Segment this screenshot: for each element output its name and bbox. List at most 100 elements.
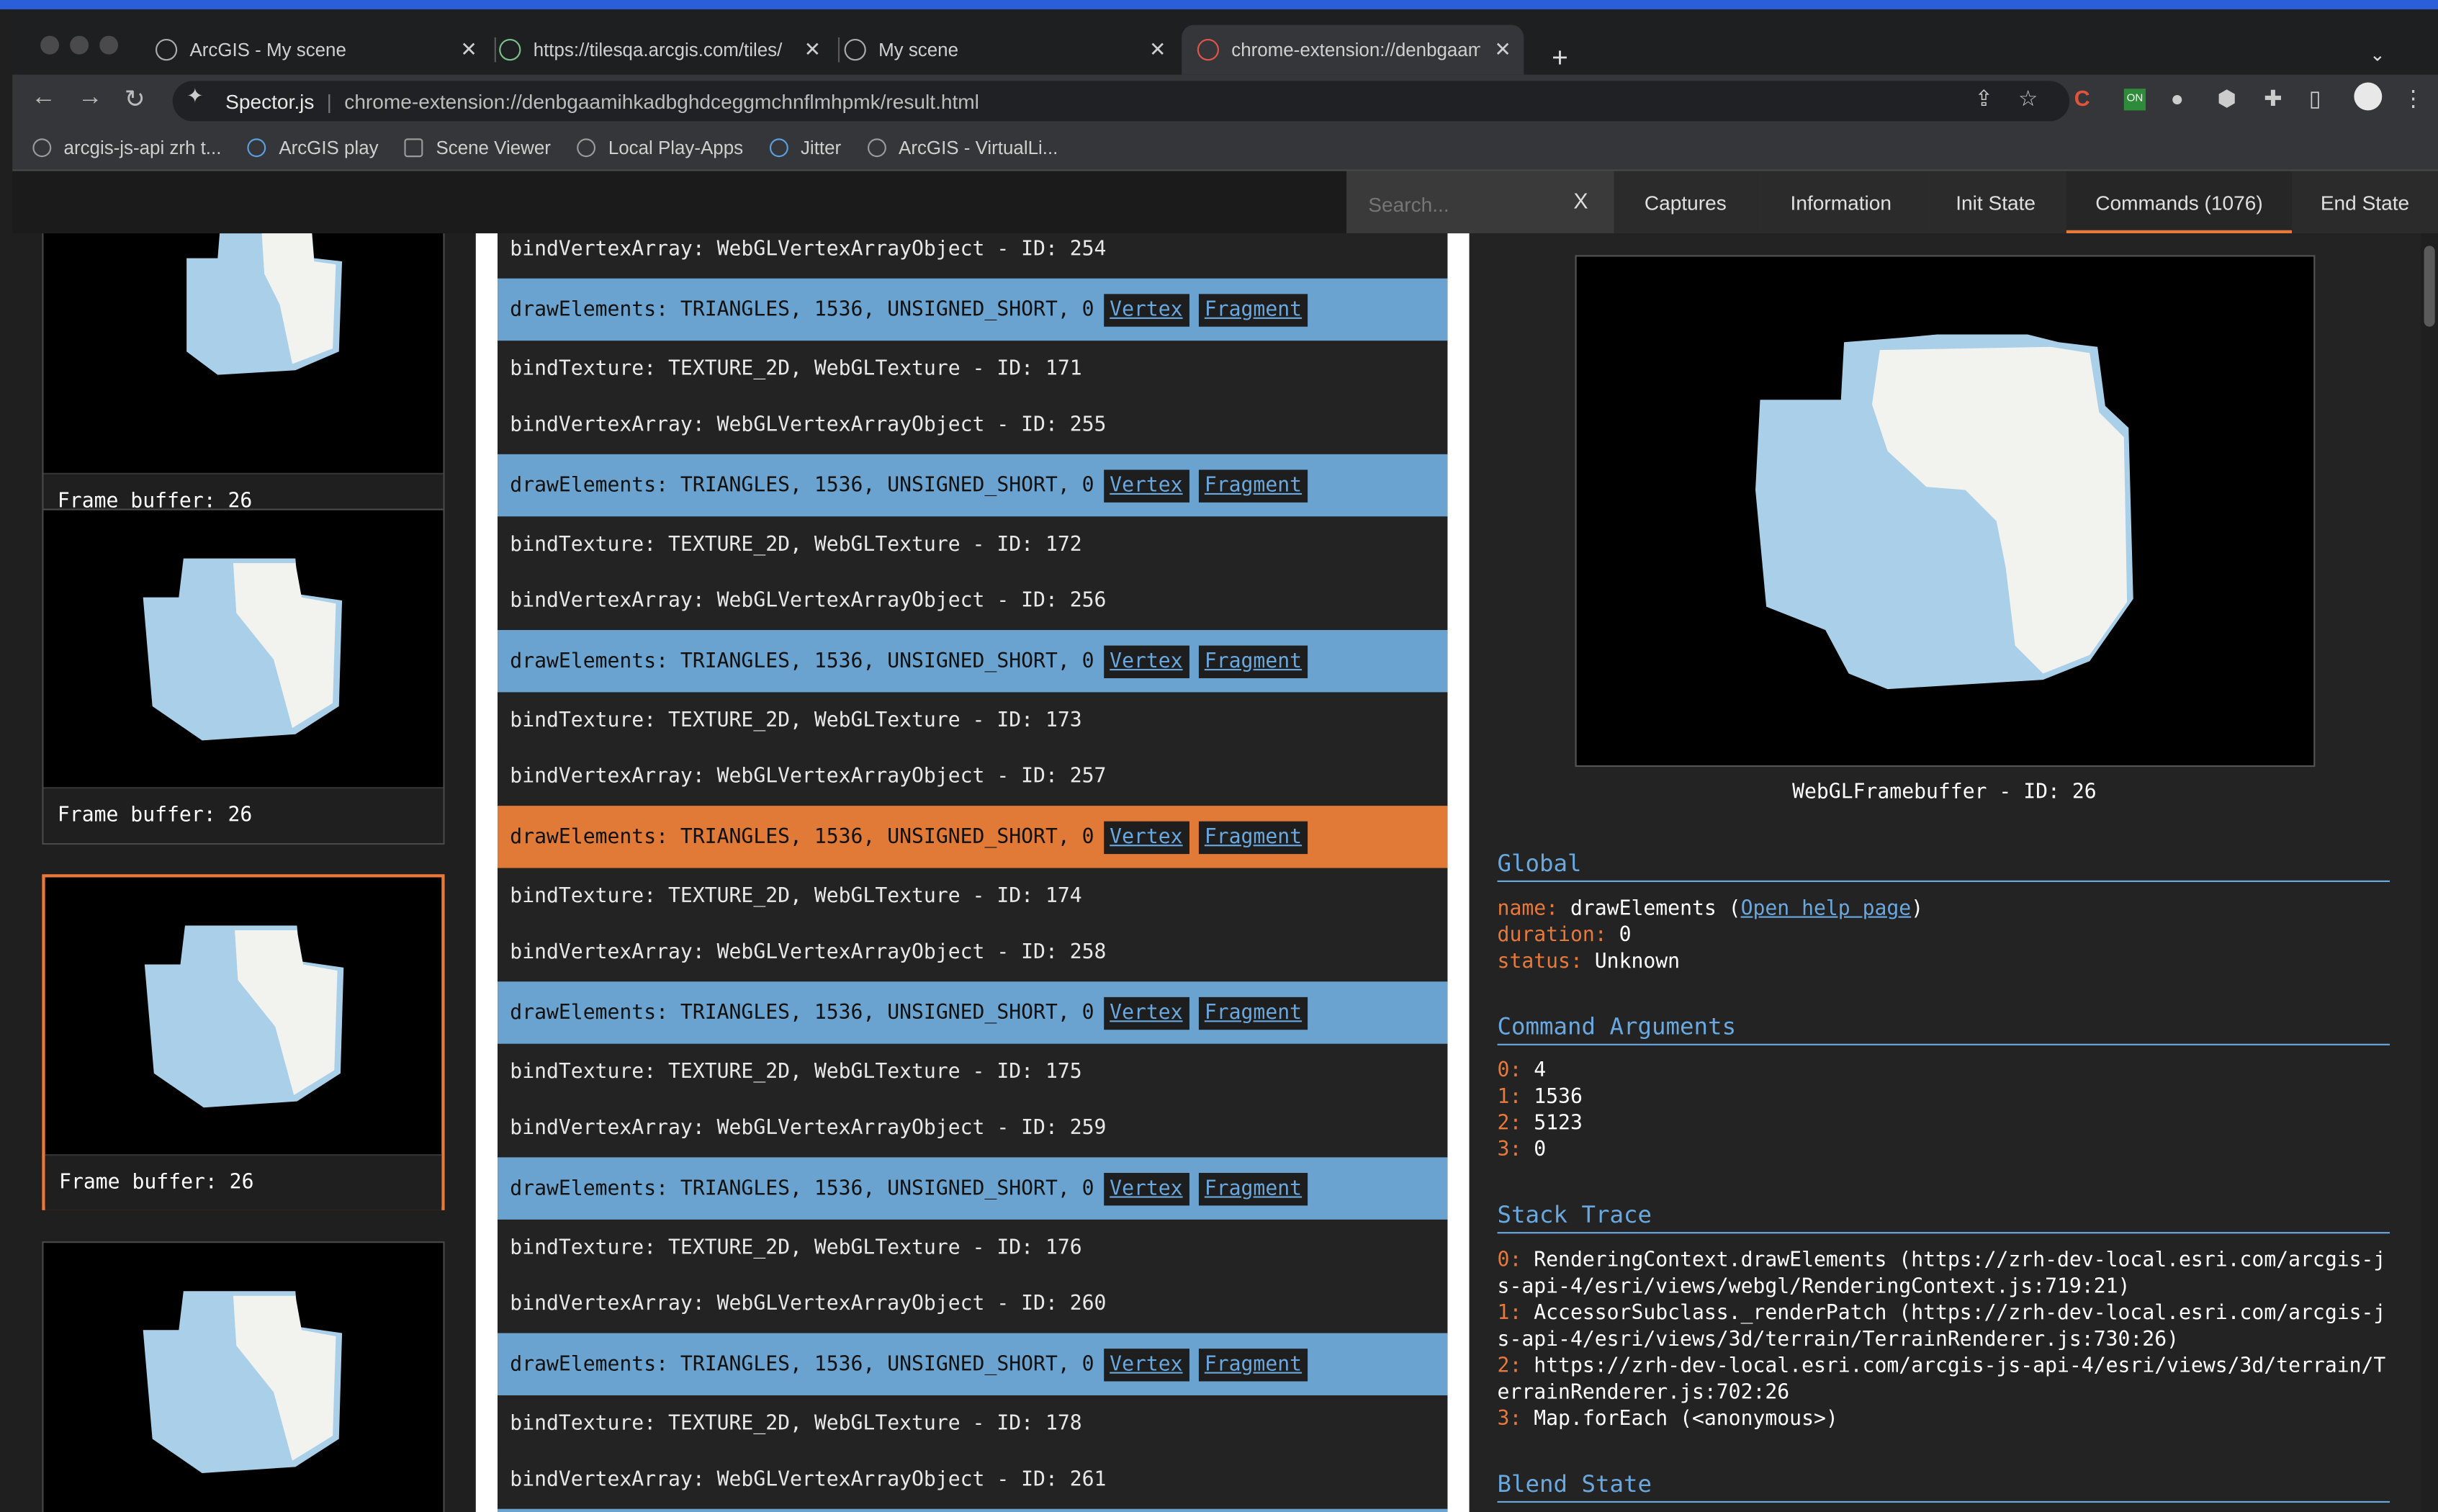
command-row[interactable]: bindVertexArray: WebGLVertexArrayObject … xyxy=(498,574,1448,629)
stack-frame-text: AccessorSubclass._renderPatch (https://z… xyxy=(1497,1302,2386,1352)
address-url[interactable]: chrome-extension://denbgaamihkadbghdcegg… xyxy=(344,89,979,112)
tab-information[interactable]: Information xyxy=(1757,171,1925,234)
tab-commands[interactable]: Commands (1076) xyxy=(2066,171,2293,234)
bookmark-arcgis-virtualli[interactable]: ArcGIS - VirtualLi... xyxy=(867,137,1058,158)
command-row[interactable]: bindVertexArray: WebGLVertexArrayObject … xyxy=(498,398,1448,453)
new-tab-button[interactable]: + xyxy=(1552,42,1568,74)
global-name-row: name: drawElements (Open help page) xyxy=(1498,896,2399,922)
forward-arrow-icon[interactable]: → xyxy=(78,84,103,112)
browser-tab-my-scene[interactable]: My scene ✕ xyxy=(844,25,1179,75)
globe-icon xyxy=(32,138,52,158)
back-arrow-icon[interactable]: ← xyxy=(31,84,56,112)
page-scrollbar[interactable] xyxy=(2421,233,2438,1512)
bookmark-local-play-apps[interactable]: Local Play-Apps xyxy=(577,137,743,158)
command-row[interactable]: bindVertexArray: WebGLVertexArrayObject … xyxy=(498,1277,1448,1332)
reload-icon[interactable]: ↻ xyxy=(125,84,145,115)
command-row-draw[interactable]: drawElements: TRIANGLES, 1536, UNSIGNED_… xyxy=(498,1157,1448,1220)
open-help-page-link[interactable]: Open help page xyxy=(1741,898,1912,921)
globe-render-image xyxy=(1755,334,2133,690)
command-row[interactable]: bindVertexArray: WebGLVertexArrayObject … xyxy=(498,1101,1448,1156)
command-row-draw[interactable]: drawElements: TRIANGLES, 1536, UNSIGNED_… xyxy=(498,454,1448,517)
command-search-input[interactable] xyxy=(1364,186,1574,221)
command-row[interactable]: bindTexture: TEXTURE_2D, WebGLTexture - … xyxy=(498,1220,1448,1276)
scrollbar-thumb[interactable] xyxy=(2424,246,2435,327)
command-row[interactable]: bindVertexArray: WebGLVertexArrayObject … xyxy=(498,233,1448,277)
browser-tab-arcgis-my-scene[interactable]: ArcGIS - My scene ✕ xyxy=(155,25,490,75)
close-tab-icon[interactable]: ✕ xyxy=(1494,37,1511,63)
minimize-window-button[interactable] xyxy=(70,35,89,55)
command-row[interactable]: bindTexture: TEXTURE_2D, WebGLTexture - … xyxy=(498,1397,1448,1452)
close-tab-icon[interactable]: ✕ xyxy=(1149,37,1166,63)
command-row[interactable]: bindTexture: TEXTURE_2D, WebGLTexture - … xyxy=(498,518,1448,573)
browser-toolbar: ← → ↻ Spector.js | chrome-extension://de… xyxy=(12,74,2438,126)
vertex-shader-link[interactable]: Vertex xyxy=(1103,820,1189,854)
share-icon[interactable]: ⇪ xyxy=(1974,86,1992,112)
section-command-arguments-title: Command Arguments xyxy=(1497,1012,2390,1045)
extension-hex-icon[interactable]: ⬢ xyxy=(2217,86,2236,112)
command-row-draw[interactable]: drawElements: TRIANGLES, 1536, UNSIGNED_… xyxy=(498,278,1448,341)
right-panel-splitter[interactable] xyxy=(1447,233,1470,1512)
capture-card[interactable]: Frame buffer: 26 xyxy=(42,233,445,531)
vertex-shader-link[interactable]: Vertex xyxy=(1103,644,1189,678)
extension-c-icon[interactable]: C xyxy=(2074,86,2090,111)
vertex-shader-link[interactable]: Vertex xyxy=(1103,1171,1189,1205)
command-row-draw[interactable]: drawElements: TRIANGLES, 1536, UNSIGNED_… xyxy=(498,629,1448,693)
browser-tab-spector-active[interactable]: chrome-extension://denbgaam ✕ xyxy=(1182,24,1524,75)
tab-captures[interactable]: Captures xyxy=(1614,171,1758,234)
globe-render-image xyxy=(143,1291,343,1473)
argument-index: 3: xyxy=(1497,1138,1522,1162)
command-row-draw[interactable]: drawElements: TRIANGLES, 1536, UNSIGNED_… xyxy=(498,1333,1448,1395)
maximize-window-button[interactable] xyxy=(99,35,119,55)
vertex-shader-link[interactable]: Vertex xyxy=(1103,996,1189,1030)
extension-on-icon[interactable]: ON xyxy=(2123,89,2146,111)
extensions-puzzle-icon[interactable]: ✚ xyxy=(2264,86,2282,112)
browser-tab-tilesqa[interactable]: https://tilesqa.arcgis.com/tiles/ ✕ xyxy=(499,25,833,75)
close-tab-icon[interactable]: ✕ xyxy=(460,37,477,63)
fragment-shader-link[interactable]: Fragment xyxy=(1198,996,1308,1030)
status-value: Unknown xyxy=(1594,950,1681,974)
left-panel-splitter[interactable] xyxy=(475,233,498,1512)
fragment-shader-link[interactable]: Fragment xyxy=(1198,1171,1308,1205)
command-row[interactable]: bindVertexArray: WebGLVertexArrayObject … xyxy=(498,1452,1448,1508)
command-row-draw[interactable]: drawElements: TRIANGLES, 1536, UNSIGNED_… xyxy=(498,981,1448,1044)
tab-search-chevron-icon[interactable]: ⌄ xyxy=(2370,43,2385,65)
fragment-shader-link[interactable]: Fragment xyxy=(1198,469,1308,502)
vertex-shader-link[interactable]: Vertex xyxy=(1103,293,1189,326)
vertex-shader-link[interactable]: Vertex xyxy=(1103,469,1189,502)
argument-row: 1: 1536 xyxy=(1498,1084,2399,1111)
clear-search-button[interactable]: X xyxy=(1573,188,1588,213)
command-row[interactable]: bindTexture: TEXTURE_2D, WebGLTexture - … xyxy=(498,342,1448,397)
command-row[interactable]: bindTexture: TEXTURE_2D, WebGLTexture - … xyxy=(498,869,1448,924)
extension-circle-icon[interactable]: ● xyxy=(2171,86,2184,111)
command-row[interactable]: bindVertexArray: WebGLVertexArrayObject … xyxy=(498,925,1448,981)
globe-render-image xyxy=(144,925,344,1108)
capture-card-selected[interactable]: Frame buffer: 26 xyxy=(42,874,445,1210)
command-row[interactable]: bindTexture: TEXTURE_2D, WebGLTexture - … xyxy=(498,1045,1448,1100)
close-window-button[interactable] xyxy=(40,35,60,55)
close-tab-icon[interactable]: ✕ xyxy=(804,37,822,63)
capture-card[interactable]: Frame buffer: 26 xyxy=(42,508,445,845)
side-panel-icon[interactable]: ▯ xyxy=(2309,86,2321,112)
fragment-shader-link[interactable]: Fragment xyxy=(1198,644,1308,678)
command-row[interactable]: bindVertexArray: WebGLVertexArrayObject … xyxy=(498,750,1448,804)
command-text: bindTexture: TEXTURE_2D, WebGLTexture - … xyxy=(510,1061,1082,1084)
fragment-shader-link[interactable]: Fragment xyxy=(1198,293,1308,326)
capture-card[interactable] xyxy=(42,1241,445,1512)
bookmark-jitter[interactable]: Jitter xyxy=(769,137,841,158)
address-bar[interactable]: Spector.js | chrome-extension://denbgaam… xyxy=(172,81,2070,122)
kebab-menu-icon[interactable]: ⋮ xyxy=(2402,86,2424,112)
tab-end-state[interactable]: End State xyxy=(2292,171,2438,234)
profile-avatar[interactable] xyxy=(2354,82,2383,111)
command-row-selected[interactable]: drawElements: TRIANGLES, 1536, UNSIGNED_… xyxy=(498,806,1448,868)
fragment-shader-link[interactable]: Fragment xyxy=(1198,1348,1308,1381)
fragment-shader-link[interactable]: Fragment xyxy=(1198,820,1308,854)
bookmark-arcgis-play[interactable]: ArcGIS play xyxy=(248,137,379,158)
star-icon[interactable]: ☆ xyxy=(2018,86,2038,112)
bookmark-arcgis-js-api[interactable]: arcgis-js-api zrh t... xyxy=(32,137,221,158)
command-row[interactable]: bindTexture: TEXTURE_2D, WebGLTexture - … xyxy=(498,693,1448,749)
bookmark-scene-viewer[interactable]: Scene Viewer xyxy=(405,137,551,158)
tab-init-state[interactable]: Init State xyxy=(1925,171,2066,234)
stack-index: 2: xyxy=(1497,1354,1522,1379)
command-row-draw[interactable] xyxy=(498,1508,1448,1512)
vertex-shader-link[interactable]: Vertex xyxy=(1103,1348,1189,1381)
